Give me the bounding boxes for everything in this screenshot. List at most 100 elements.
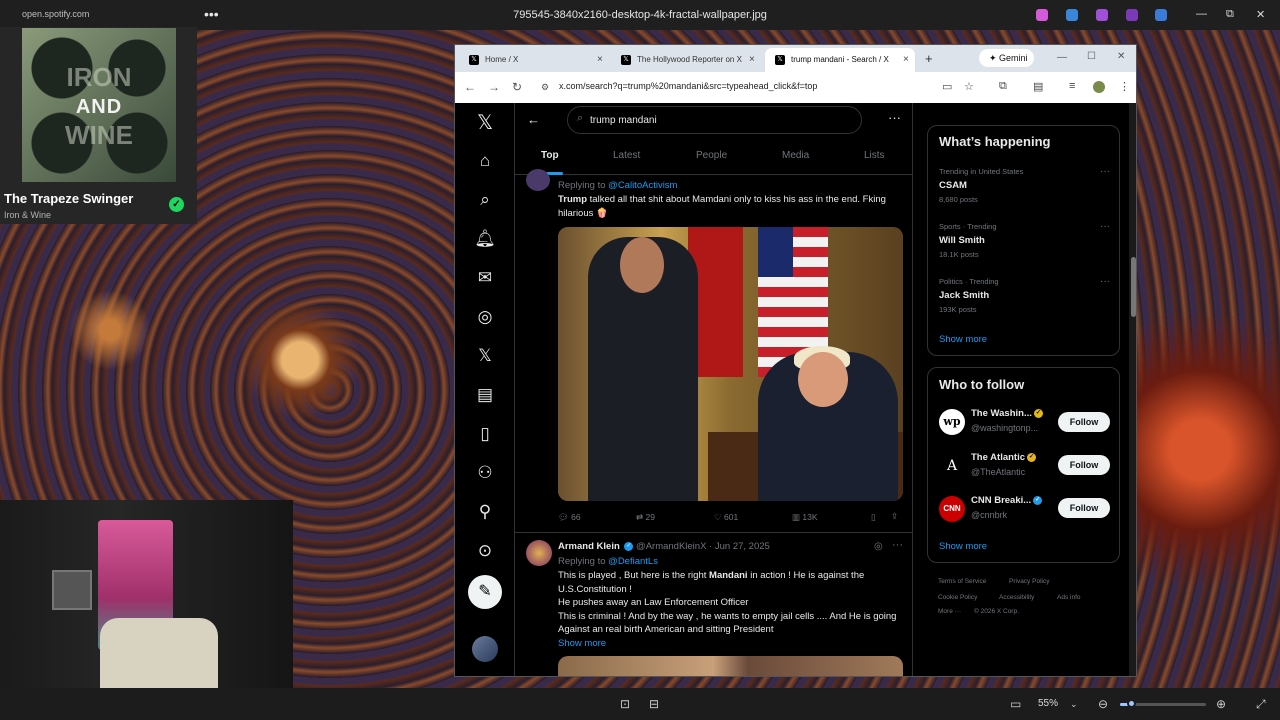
search-query[interactable]: trump mandani bbox=[590, 115, 657, 126]
follow-account-name[interactable]: The Washin... ✓ bbox=[971, 408, 1043, 419]
spotify-miniplayer[interactable]: IRON AND WINE The Trapeze Swinger Iron &… bbox=[0, 27, 197, 224]
footer-terms[interactable]: Terms of Service bbox=[938, 578, 986, 585]
trend-name[interactable]: Will Smith bbox=[939, 235, 985, 246]
media-icon[interactable]: ≡ bbox=[1069, 80, 1075, 92]
reading-list-icon[interactable]: ▤ bbox=[1033, 80, 1043, 93]
home-icon[interactable]: ⌂ bbox=[473, 149, 497, 173]
search-more-icon[interactable]: ··· bbox=[888, 110, 901, 125]
browser-minimize-button[interactable]: — bbox=[1057, 52, 1067, 63]
bookmarks-icon[interactable]: ▯ bbox=[473, 422, 497, 446]
forward-arrow-icon[interactable]: → bbox=[488, 80, 500, 94]
grok-icon[interactable]: ◎ bbox=[874, 541, 883, 552]
tab-hollywood-reporter[interactable]: 𝕏 The Hollywood Reporter on X × bbox=[611, 48, 761, 72]
saved-check-icon[interactable]: ✓ bbox=[169, 197, 184, 212]
mention-link[interactable]: @DefiantLs bbox=[608, 556, 658, 567]
share-icon[interactable]: ⇪ bbox=[891, 511, 898, 522]
follow-account-name[interactable]: The Atlantic ✓ bbox=[971, 452, 1037, 463]
scrollbar-track[interactable] bbox=[1129, 103, 1136, 676]
trend-name[interactable]: Jack Smith bbox=[939, 290, 989, 301]
trend-more-icon[interactable]: ··· bbox=[1100, 276, 1110, 287]
profile-avatar[interactable] bbox=[1093, 81, 1105, 93]
zoom-out-icon[interactable]: ⊖ bbox=[1098, 697, 1108, 711]
follow-account-handle[interactable]: @cnnbrk bbox=[971, 510, 1007, 520]
footer-privacy[interactable]: Privacy Policy bbox=[1009, 578, 1049, 585]
follow-account-handle[interactable]: @TheAtlantic bbox=[971, 467, 1025, 477]
site-info-icon[interactable]: ⚙ bbox=[541, 82, 549, 93]
the-atlantic-logo[interactable]: A bbox=[939, 453, 965, 479]
author-name[interactable]: Armand Klein bbox=[558, 541, 620, 552]
ocr-icon[interactable]: ⊟ bbox=[649, 697, 659, 711]
new-tab-button[interactable]: + bbox=[925, 51, 933, 66]
show-more-link[interactable]: Show more bbox=[939, 541, 987, 552]
designer-icon[interactable] bbox=[1126, 9, 1138, 21]
like-button[interactable]: ♡ 601 bbox=[714, 512, 738, 523]
mention-link[interactable]: @CalitoActivism bbox=[608, 180, 677, 191]
cloud-icon[interactable] bbox=[1155, 9, 1167, 21]
trend-more-icon[interactable]: ··· bbox=[1100, 166, 1110, 177]
explore-search-icon[interactable]: ⌕ bbox=[473, 188, 497, 212]
cnn-logo[interactable]: CNN bbox=[939, 496, 965, 522]
follow-account-name[interactable]: CNN Breaki... ✓ bbox=[971, 495, 1043, 506]
show-more-link[interactable]: Show more bbox=[558, 638, 606, 649]
profile-icon[interactable]: ⚲ bbox=[473, 500, 497, 524]
footer-cookie[interactable]: Cookie Policy bbox=[938, 594, 977, 601]
tab-top[interactable]: Top bbox=[541, 150, 559, 161]
repost-button[interactable]: ⇄ 29 bbox=[636, 512, 655, 523]
messages-envelope-icon[interactable]: ✉ bbox=[473, 266, 497, 290]
extensions-icon[interactable]: ⧉ bbox=[999, 80, 1007, 93]
zoom-level[interactable]: 55% bbox=[1038, 698, 1058, 709]
gemini-button[interactable]: ✦ Gemini bbox=[979, 49, 1034, 67]
footer-ads-info[interactable]: Ads info bbox=[1057, 594, 1081, 601]
edit-icon[interactable] bbox=[1066, 9, 1078, 21]
bookmark-icon[interactable]: ▯ bbox=[871, 512, 876, 523]
avatar[interactable] bbox=[526, 540, 552, 566]
cast-icon[interactable]: ▭ bbox=[942, 80, 952, 93]
avatar[interactable] bbox=[526, 169, 550, 191]
zoom-dropdown-icon[interactable]: ⌄ bbox=[1070, 699, 1078, 710]
tweet-photo[interactable] bbox=[558, 227, 903, 501]
x-logo-icon[interactable]: 𝕏 bbox=[473, 111, 497, 135]
copilot-icon[interactable] bbox=[1036, 9, 1048, 21]
reload-icon[interactable]: ↻ bbox=[512, 80, 522, 94]
fullscreen-icon[interactable]: ⤢ bbox=[1256, 697, 1266, 712]
actual-size-icon[interactable]: ▭ bbox=[1010, 697, 1021, 711]
zoom-slider-knob[interactable] bbox=[1127, 699, 1136, 708]
back-arrow-icon[interactable]: ← bbox=[464, 80, 476, 94]
browser-close-button[interactable]: ✕ bbox=[1117, 51, 1125, 62]
browser-maximize-button[interactable]: ☐ bbox=[1087, 51, 1096, 62]
maximize-button[interactable]: ⧉ bbox=[1226, 8, 1234, 21]
close-button[interactable]: ✕ bbox=[1256, 8, 1265, 21]
communities-icon[interactable]: ⚇ bbox=[473, 461, 497, 485]
more-circle-icon[interactable]: ⊙ bbox=[473, 539, 497, 563]
minimize-button[interactable]: — bbox=[1196, 8, 1207, 20]
follow-button[interactable]: Follow bbox=[1058, 412, 1110, 432]
tab-media[interactable]: Media bbox=[782, 150, 809, 161]
scrollbar-thumb[interactable] bbox=[1131, 257, 1136, 317]
author-handle[interactable]: @ArmandKleinX · Jun 27, 2025 bbox=[636, 541, 770, 552]
tab-people[interactable]: People bbox=[696, 150, 727, 161]
tab-close-icon[interactable]: × bbox=[903, 54, 909, 65]
follow-button[interactable]: Follow bbox=[1058, 455, 1110, 475]
trend-name[interactable]: CSAM bbox=[939, 180, 967, 191]
tweet-photo[interactable] bbox=[558, 656, 903, 676]
views-button[interactable]: ▥ 13K bbox=[792, 512, 818, 523]
more-icon[interactable]: ··· bbox=[892, 539, 903, 551]
search-input[interactable]: ⌕ trump mandani bbox=[567, 106, 862, 134]
reply-button[interactable]: 💬︎ 66 bbox=[558, 512, 581, 523]
compose-post-button[interactable]: ✎ bbox=[468, 575, 502, 609]
tab-search[interactable]: 𝕏 trump mandani - Search / X × bbox=[765, 48, 915, 72]
notifications-bell-icon[interactable]: 🔔︎ bbox=[473, 227, 497, 251]
account-avatar[interactable] bbox=[472, 636, 498, 662]
tab-close-icon[interactable]: × bbox=[749, 54, 755, 65]
clipchamp-icon[interactable] bbox=[1096, 9, 1108, 21]
fit-icon[interactable]: ⊡ bbox=[620, 697, 630, 711]
artist-name[interactable]: Iron & Wine bbox=[4, 210, 51, 220]
footer-accessibility[interactable]: Accessibility bbox=[999, 594, 1034, 601]
back-arrow-icon[interactable]: ← bbox=[527, 112, 540, 127]
trend-more-icon[interactable]: ··· bbox=[1100, 221, 1110, 232]
washington-post-logo[interactable]: wp bbox=[939, 409, 965, 435]
tab-lists[interactable]: Lists bbox=[864, 150, 885, 161]
tab-close-icon[interactable]: × bbox=[597, 54, 603, 65]
lists-icon[interactable]: ▤ bbox=[473, 383, 497, 407]
follow-button[interactable]: Follow bbox=[1058, 498, 1110, 518]
